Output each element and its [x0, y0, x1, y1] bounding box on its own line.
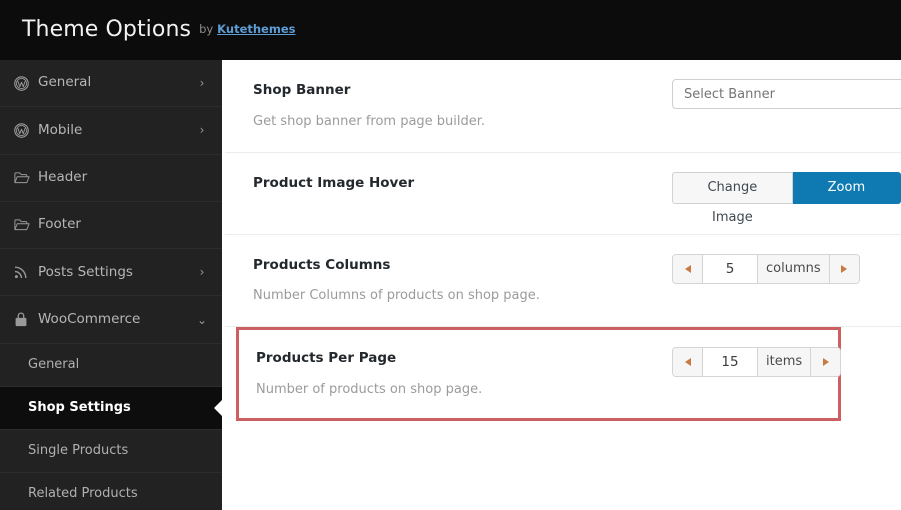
- kutethemes-link[interactable]: Kutethemes: [217, 24, 295, 36]
- stepper-increment-button[interactable]: [810, 348, 841, 376]
- sidebar-subitem-related-products[interactable]: Related Products: [0, 472, 222, 510]
- sidebar-subitem-label: Related Products: [28, 486, 138, 502]
- sidebar-item-general[interactable]: General ›: [0, 60, 222, 108]
- option-row-products-columns: Products Columns Number Columns of produ…: [225, 235, 901, 327]
- stepper-increment-button[interactable]: [828, 254, 859, 283]
- option-control: columns: [672, 253, 860, 284]
- chevron-right-icon: ›: [199, 76, 205, 91]
- sidebar-item-posts-settings[interactable]: Posts Settings ›: [0, 249, 222, 297]
- products-columns-stepper: columns: [672, 253, 860, 284]
- products-columns-input[interactable]: [703, 254, 757, 283]
- option-control: Change Image Zoom Image: [672, 171, 901, 225]
- option-row-shop-banner: Shop Banner Get shop banner from page bu…: [225, 60, 901, 153]
- active-indicator-arrow: [214, 398, 222, 417]
- folder-icon: [14, 171, 36, 185]
- chevron-down-icon: ⌄: [196, 312, 208, 327]
- option-description: Number Columns of products on shop page.: [253, 288, 540, 303]
- sidebar-item-mobile[interactable]: Mobile ›: [0, 107, 222, 155]
- option-row-product-image-hover: Product Image Hover Change Image Zoom Im…: [225, 153, 901, 235]
- stepper-unit-label: items: [757, 348, 811, 376]
- triangle-right-icon: [841, 264, 848, 273]
- option-row-empty: [225, 421, 901, 469]
- folder-icon: [14, 218, 36, 232]
- sidebar-item-label: Footer: [38, 216, 81, 233]
- shopping-bag-icon: [14, 312, 36, 327]
- sidebar-subitem-label: General: [28, 357, 80, 373]
- sidebar-item-label: WooCommerce: [38, 310, 141, 327]
- options-panel: Shop Banner Get shop banner from page bu…: [225, 60, 901, 510]
- wordpress-icon: [14, 75, 36, 91]
- image-hover-button-group: Change Image Zoom Image: [672, 171, 901, 225]
- sidebar-item-label: Mobile: [38, 121, 83, 138]
- stepper-decrement-button[interactable]: [673, 348, 703, 376]
- sidebar-subitem-label: Shop Settings: [28, 400, 131, 416]
- change-image-button[interactable]: Change Image: [672, 171, 793, 225]
- chevron-right-icon: ›: [199, 123, 205, 138]
- sidebar-item-header[interactable]: Header: [0, 155, 222, 202]
- stepper-unit-label: columns: [757, 254, 829, 283]
- wordpress-icon: [14, 123, 36, 138]
- byline-label: by: [199, 22, 214, 37]
- zoom-image-button[interactable]: Zoom Image: [792, 171, 901, 225]
- products-per-page-stepper: items: [672, 347, 842, 377]
- sidebar-subitem-shop-settings[interactable]: Shop Settings: [0, 386, 222, 430]
- stepper-decrement-button[interactable]: [673, 254, 703, 283]
- sidebar-subitem-label: Single Products: [28, 443, 129, 459]
- theme-options-page: Theme Options by Kutethemes General › Mo…: [0, 0, 901, 510]
- sidebar-item-label: Posts Settings: [38, 263, 133, 280]
- option-description: Number of products on shop page.: [256, 381, 483, 397]
- option-control: [672, 79, 901, 109]
- triangle-right-icon: [822, 358, 829, 366]
- rss-icon: [14, 265, 36, 279]
- triangle-left-icon: [684, 358, 691, 366]
- sidebar: General › Mobile › Header Footer Posts S…: [0, 60, 222, 510]
- triangle-left-icon: [684, 264, 691, 273]
- sidebar-item-footer[interactable]: Footer: [0, 202, 222, 250]
- option-row-products-per-page: Products Per Page Number of products on …: [236, 327, 842, 421]
- products-per-page-input[interactable]: [703, 348, 757, 376]
- sidebar-subitem-single-products[interactable]: Single Products: [0, 429, 222, 473]
- chevron-right-icon: ›: [199, 265, 205, 280]
- option-description: Get shop banner from page builder.: [253, 113, 486, 129]
- shop-banner-select[interactable]: [672, 79, 901, 109]
- sidebar-item-label: General: [38, 74, 92, 91]
- option-control: items: [672, 347, 842, 377]
- sidebar-item-label: Header: [38, 168, 88, 185]
- sidebar-item-woocommerce[interactable]: WooCommerce ⌄: [0, 296, 222, 344]
- page-header: Theme Options by Kutethemes: [0, 0, 901, 60]
- page-title: Theme Options: [22, 17, 192, 42]
- sidebar-subitem-general[interactable]: General: [0, 343, 222, 387]
